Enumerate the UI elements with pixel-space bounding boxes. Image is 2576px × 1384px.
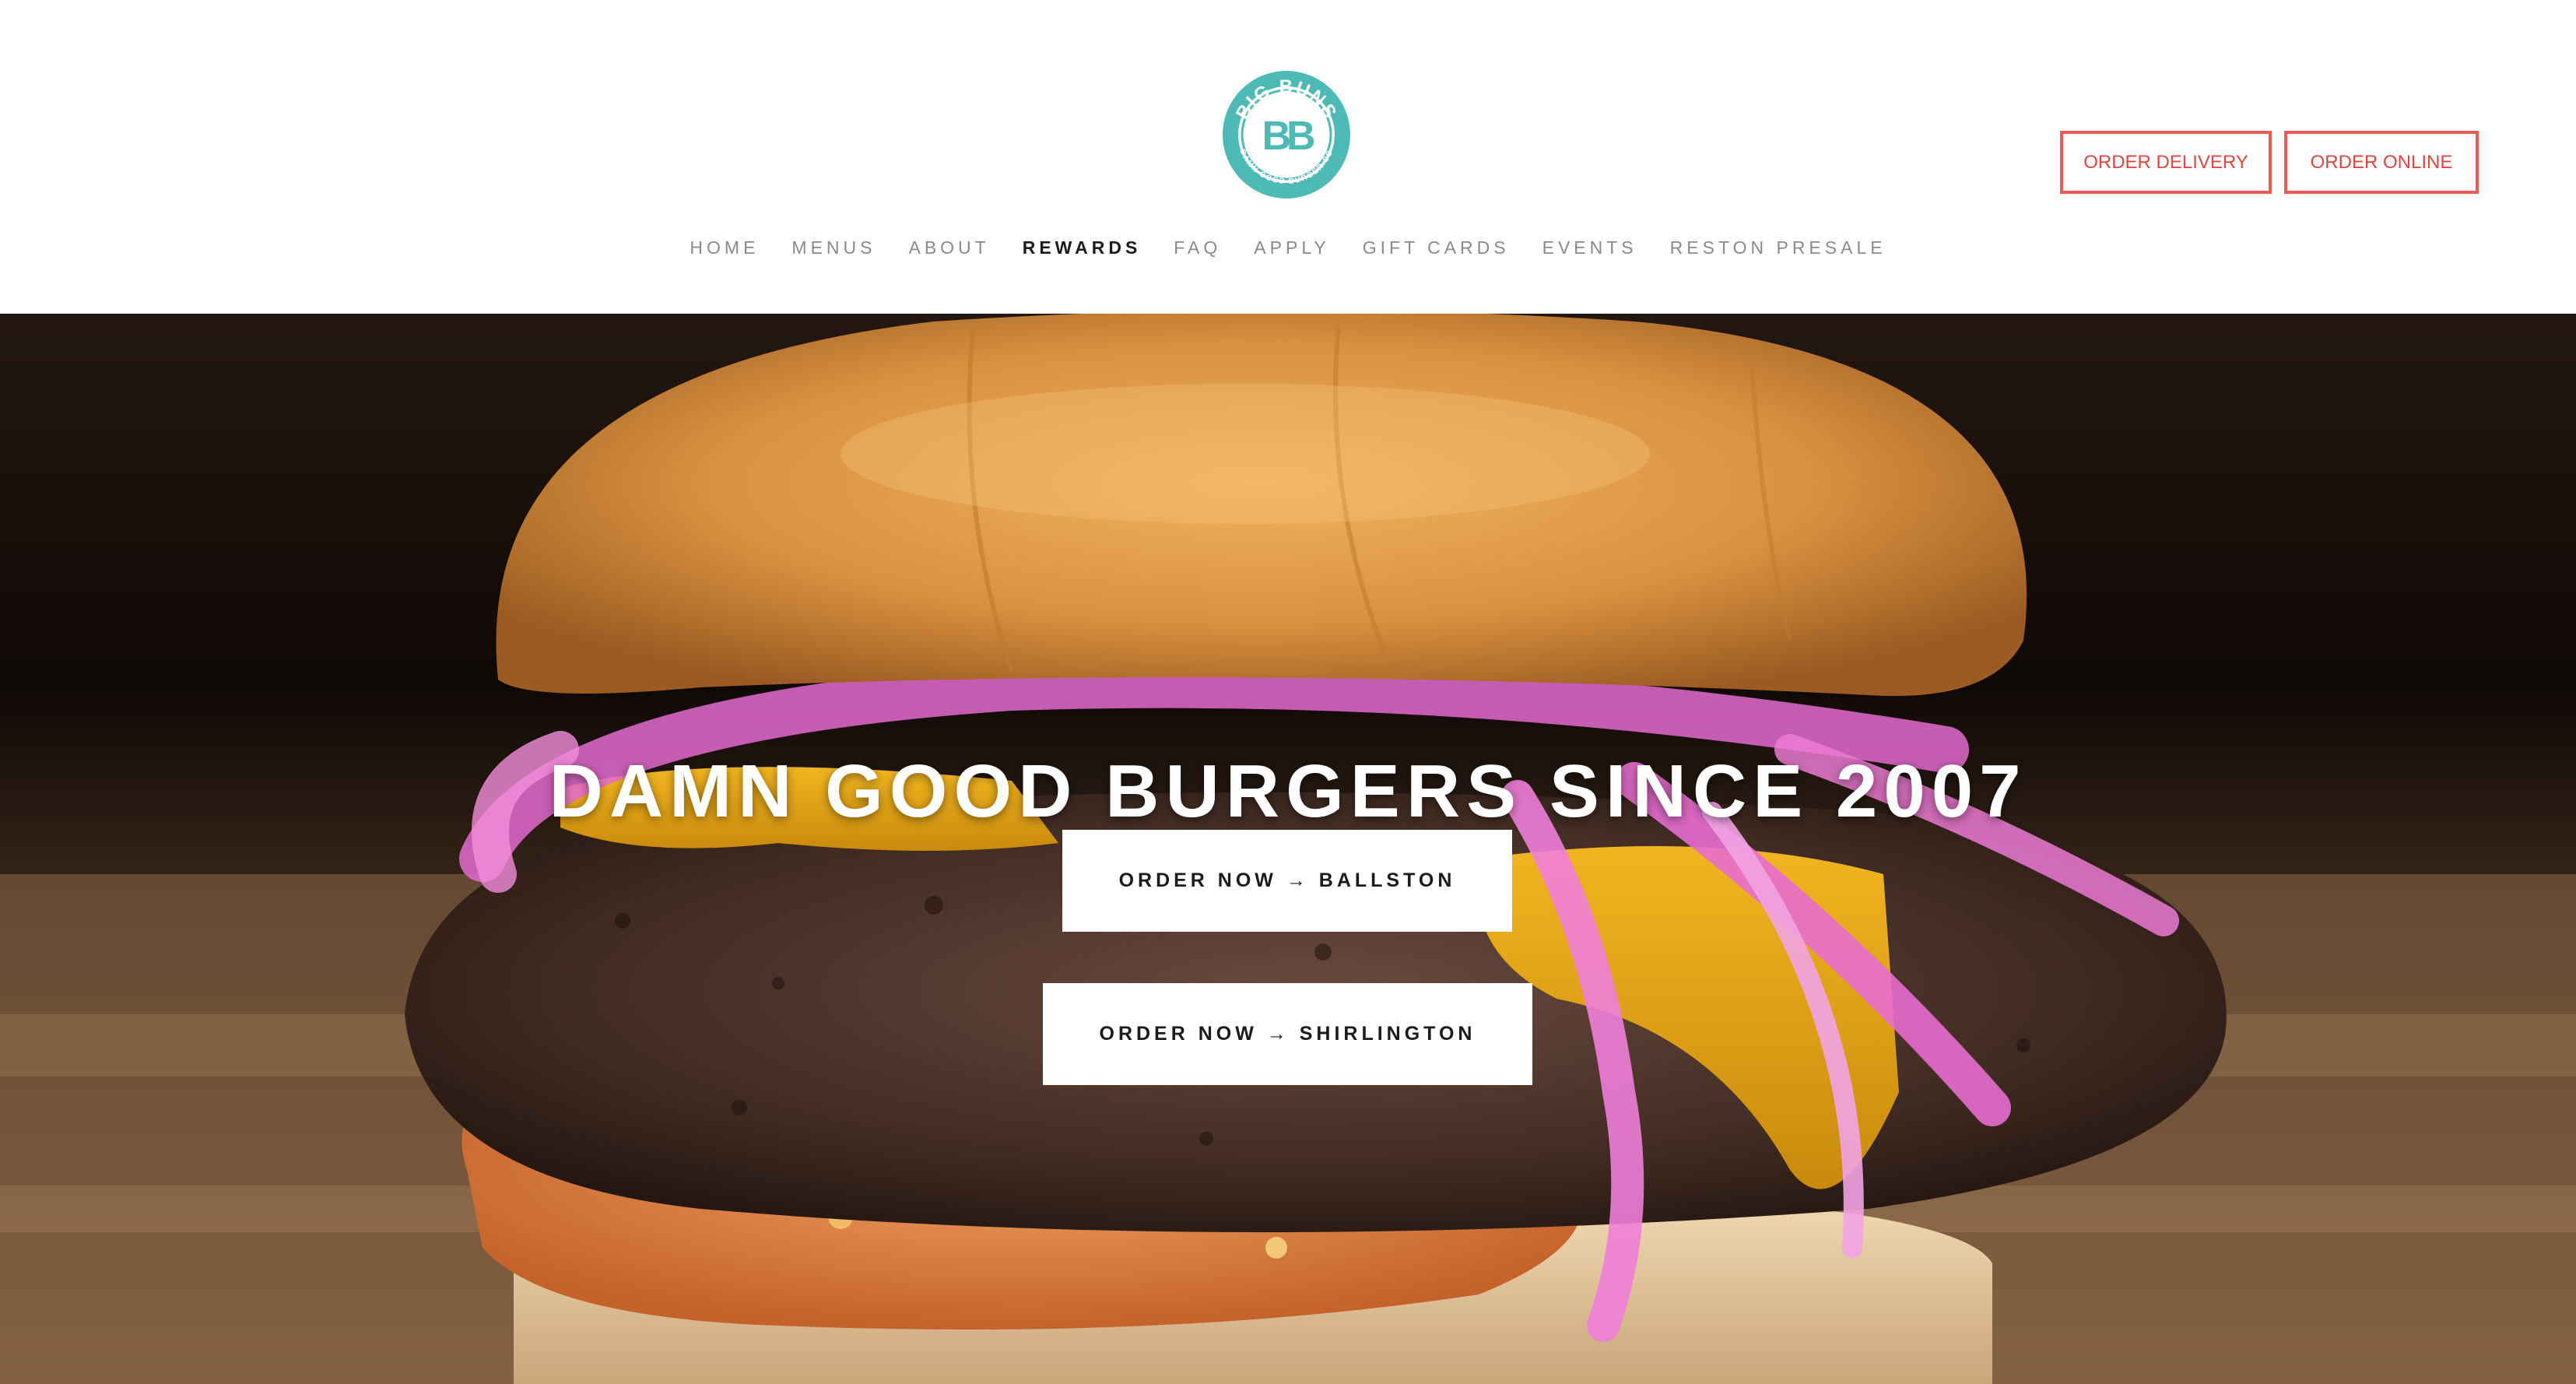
nav-item-faq[interactable]: FAQ bbox=[1174, 237, 1221, 258]
nav-item-home[interactable]: HOME bbox=[690, 237, 759, 258]
nav-item-about[interactable]: ABOUT bbox=[908, 237, 989, 258]
hero-title: DAMN GOOD BURGERS SINCE 2007 bbox=[549, 750, 2027, 834]
nav-item-gift-cards[interactable]: GIFT CARDS bbox=[1363, 237, 1510, 258]
nav-item-reston-presale[interactable]: RESTON PRESALE bbox=[1670, 237, 1886, 258]
hero-section: DAMN GOOD BURGERS SINCE 2007 ORDER NOW →… bbox=[0, 314, 2576, 1384]
order-online-button[interactable]: ORDER ONLINE bbox=[2284, 131, 2479, 194]
main-nav: HOME MENUS ABOUT REWARDS FAQ APPLY GIFT … bbox=[0, 230, 2576, 265]
order-delivery-button[interactable]: ORDER DELIVERY bbox=[2060, 131, 2272, 194]
nav-item-menus[interactable]: MENUS bbox=[791, 237, 876, 258]
nav-item-rewards[interactable]: REWARDS bbox=[1023, 237, 1142, 258]
big-buns-logo[interactable]: BIG BUNS DAMN GOOD BURGER CO BB bbox=[1219, 67, 1354, 202]
order-now-shirlington-button[interactable]: ORDER NOW → SHIRLINGTON bbox=[1043, 983, 1532, 1085]
order-now-ballston-button[interactable]: ORDER NOW → BALLSTON bbox=[1062, 830, 1512, 932]
site-header: BIG BUNS DAMN GOOD BURGER CO BB HOME MEN… bbox=[0, 0, 2576, 314]
logo-monogram: BB bbox=[1262, 114, 1314, 159]
nav-item-events[interactable]: EVENTS bbox=[1542, 237, 1637, 258]
nav-item-apply[interactable]: APPLY bbox=[1254, 237, 1329, 258]
logo-badge-icon: BIG BUNS DAMN GOOD BURGER CO BB bbox=[1223, 71, 1350, 198]
